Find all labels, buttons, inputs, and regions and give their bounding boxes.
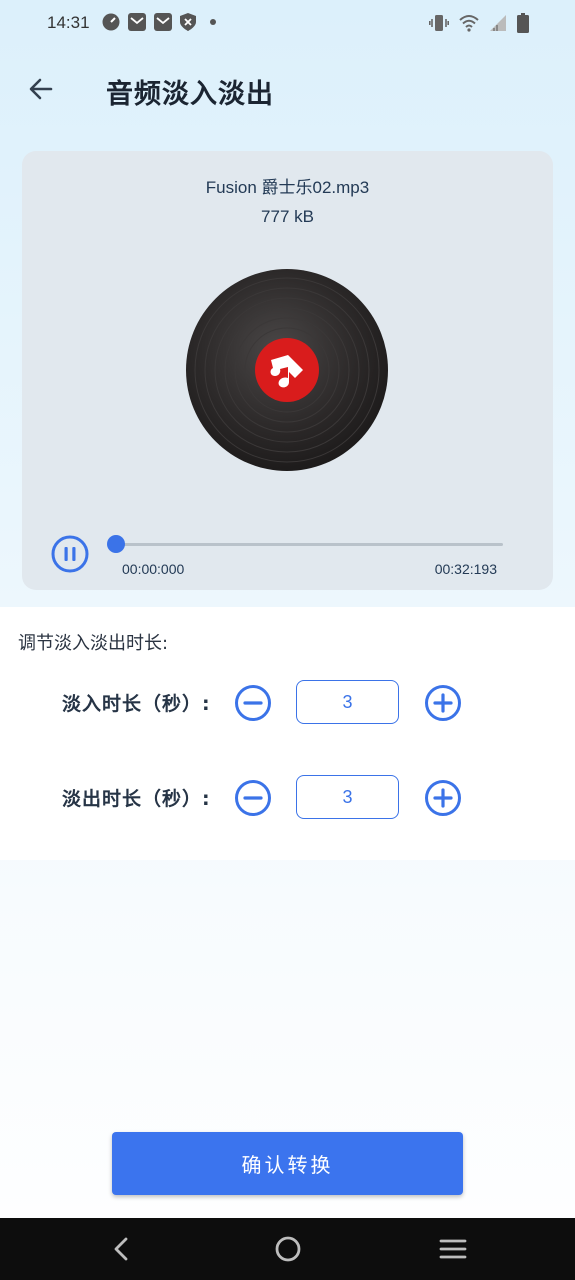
- fade-in-decrease-button[interactable]: [234, 684, 272, 722]
- fade-settings-panel: 调节淡入淡出时长: 淡入时长（秒）: 淡出时长（秒）:: [0, 607, 575, 860]
- fade-out-input[interactable]: [296, 775, 399, 819]
- system-nav-bar: [0, 1218, 575, 1280]
- arrow-left-icon[interactable]: [26, 74, 56, 104]
- nav-recents-icon[interactable]: [437, 1233, 469, 1265]
- status-time: 14:31: [47, 13, 90, 32]
- seek-thumb[interactable]: [107, 535, 125, 553]
- seek-bar[interactable]: [116, 543, 503, 546]
- mail-icon: [128, 13, 146, 31]
- nav-home-icon[interactable]: [272, 1233, 304, 1265]
- fade-in-increase-button[interactable]: [424, 684, 462, 722]
- audio-player-card: Fusion 爵士乐02.mp3 777 kB 00:00:000 00:32:…: [22, 151, 553, 590]
- settings-heading: 调节淡入淡出时长:: [18, 633, 169, 654]
- status-bar: 14:31: [0, 0, 575, 48]
- battery-icon: [517, 13, 529, 33]
- system-icons: [429, 13, 529, 33]
- notification-icons: [102, 13, 216, 31]
- fade-out-label: 淡出时长（秒）:: [62, 788, 211, 810]
- fade-out-decrease-button[interactable]: [234, 779, 272, 817]
- fade-in-label: 淡入时长（秒）:: [62, 693, 211, 715]
- confirm-convert-button[interactable]: 确认转换: [112, 1132, 463, 1195]
- total-time: 00:32:193: [434, 561, 497, 577]
- fade-in-input[interactable]: [296, 680, 399, 724]
- vinyl-record-icon: [186, 269, 388, 471]
- current-time: 00:00:000: [122, 561, 185, 577]
- shield-icon: [180, 13, 196, 31]
- vibrate-icon: [429, 15, 449, 31]
- nav-back-icon[interactable]: [106, 1233, 138, 1265]
- dot-icon: [210, 19, 216, 25]
- file-name: Fusion 爵士乐02.mp3: [205, 178, 370, 197]
- fade-out-increase-button[interactable]: [424, 779, 462, 817]
- signal-icon: [490, 15, 506, 31]
- fade-in-row: 淡入时长（秒）:: [0, 679, 575, 725]
- wifi-icon: [459, 15, 479, 32]
- fade-out-row: 淡出时长（秒）:: [0, 774, 575, 820]
- speedometer-icon: [102, 13, 120, 31]
- mail-icon: [154, 13, 172, 31]
- file-size: 777 kB: [261, 207, 314, 226]
- page-title: 音频淡入淡出: [106, 79, 274, 110]
- pause-icon[interactable]: [51, 535, 89, 573]
